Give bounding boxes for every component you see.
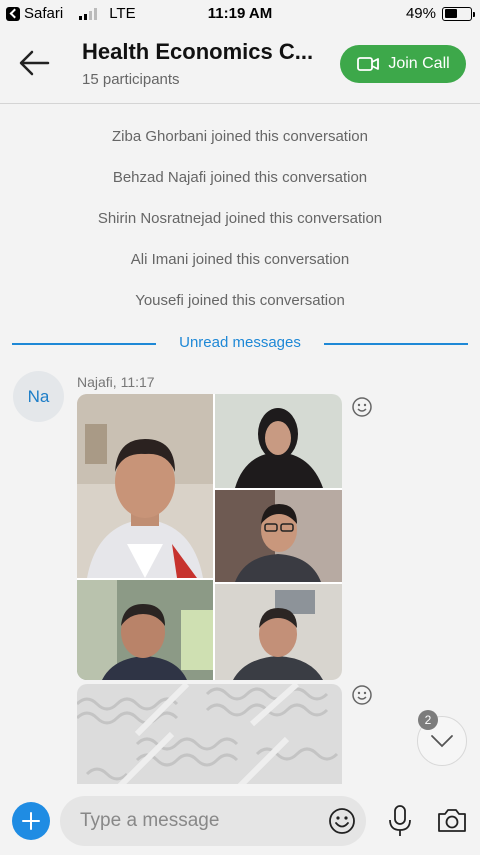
system-message: Ali Imani joined this conversation — [130, 251, 350, 268]
system-message: Yousefi joined this conversation — [135, 292, 345, 309]
unread-count-badge: 2 — [418, 710, 438, 730]
react-smiley-icon[interactable] — [351, 684, 373, 706]
battery-percent: 49% — [405, 5, 436, 22]
participant-tile — [215, 584, 342, 680]
react-smiley-icon[interactable] — [351, 396, 373, 418]
join-call-label: Join Call — [388, 55, 450, 72]
conversation-title[interactable]: Health Economics C... — [82, 39, 322, 65]
emoji-icon[interactable] — [328, 807, 356, 835]
participant-tile — [215, 490, 342, 582]
microphone-icon[interactable] — [387, 804, 413, 838]
system-message: Shirin Nosratnejad joined this conversat… — [97, 210, 383, 227]
system-message: Ziba Ghorbani joined this conversation — [112, 128, 368, 145]
camera-icon[interactable] — [436, 806, 468, 834]
avatar[interactable]: Na — [13, 371, 64, 422]
message-composer — [0, 784, 480, 855]
plus-icon — [22, 812, 40, 830]
back-arrow-icon[interactable] — [18, 48, 52, 78]
chat-area[interactable]: Ziba Ghorbani joined this conversation B… — [0, 104, 480, 784]
conversation-header: Health Economics C... 15 participants Jo… — [0, 28, 480, 104]
message-input[interactable] — [60, 796, 366, 846]
unread-divider: Unread messages — [12, 332, 468, 354]
participant-tile — [77, 580, 213, 680]
participants-count[interactable]: 15 participants — [82, 71, 180, 88]
add-attachment-button[interactable] — [12, 802, 50, 840]
system-message: Behzad Najafi joined this conversation — [112, 169, 368, 186]
sender-timestamp: Najafi, 11:17 — [77, 374, 155, 390]
chevron-down-icon — [431, 735, 453, 748]
join-call-button[interactable]: Join Call — [340, 45, 466, 83]
shared-image-video-call[interactable] — [77, 394, 342, 680]
video-call-icon — [357, 57, 380, 71]
shared-image-pattern[interactable] — [77, 684, 342, 784]
participant-tile — [215, 394, 342, 488]
battery-icon — [442, 6, 475, 21]
status-bar: Safari LTE 11:19 AM 49% — [0, 0, 480, 28]
participant-tile — [77, 394, 213, 578]
status-right: 49% — [405, 5, 475, 22]
